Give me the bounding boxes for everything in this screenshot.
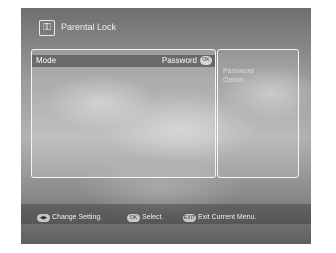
page-title: Parental Lock (61, 22, 117, 32)
left-right-key-icon: ◀▶ (37, 213, 50, 222)
ok-key-icon: OK (127, 213, 140, 222)
help-line: Password (223, 68, 254, 75)
exit-key-icon: EXIT (183, 213, 196, 222)
hint-exit: EXIT Exit Current Menu. (183, 209, 257, 222)
hint-change-setting: ◀▶ Change Setting. (37, 209, 103, 222)
help-line: Option (223, 77, 244, 84)
hint-label: Select. (142, 214, 164, 222)
tv-screen: ⚿ Parental Lock Mode Password OK Passwor… (21, 8, 311, 244)
menu-header: ⚿ Parental Lock (21, 8, 311, 44)
settings-panel: Mode Password OK (31, 49, 216, 178)
key-hint-bar: ◀▶ Change Setting. OK Select. EXIT Exit Cur… (21, 204, 311, 224)
hint-label: Exit Current Menu. (198, 214, 257, 222)
hint-select: OK Select. (127, 209, 164, 222)
ok-button-icon: OK (200, 56, 212, 65)
hint-label: Change Setting. (52, 214, 103, 222)
help-panel: Password Option (217, 49, 299, 178)
lock-icon: ⚿ (39, 20, 55, 36)
mode-label: Mode (36, 56, 57, 65)
help-text: Password Option (223, 67, 254, 85)
mode-row[interactable]: Mode Password OK (32, 55, 215, 67)
mode-value: Password (161, 56, 197, 65)
